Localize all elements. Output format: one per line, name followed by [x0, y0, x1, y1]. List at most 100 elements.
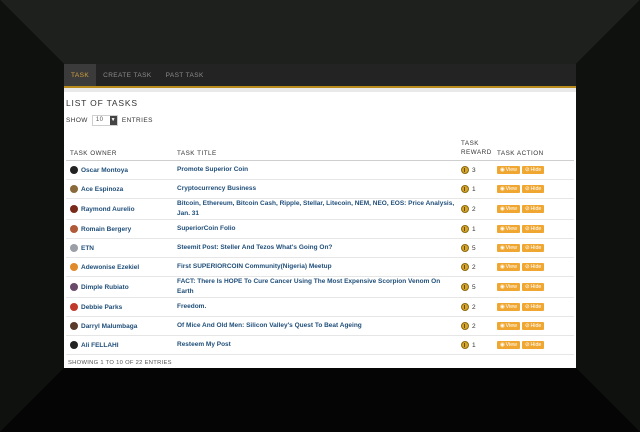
owner-name-link[interactable]: Raymond Aurelio — [81, 206, 135, 213]
eye-slash-icon: ⊘ — [525, 323, 530, 329]
owner-name-link[interactable]: Dimple Rubiato — [81, 284, 129, 291]
reward-value: 3 — [472, 166, 476, 174]
task-title-link[interactable]: Cryptocurrency Business — [177, 185, 256, 192]
view-label: View — [505, 245, 518, 251]
hide-label: Hide — [530, 167, 542, 173]
eye-icon: ◉ — [500, 323, 505, 329]
action-cell: ◉ View ⊘ Hide — [493, 160, 574, 180]
view-button[interactable]: ◉ View — [497, 283, 521, 291]
table-info: SHOWING 1 TO 10 OF 22 ENTRIES — [68, 360, 172, 366]
header-task-owner[interactable]: TASK OWNER — [66, 135, 173, 161]
caret-down-icon: ▼ — [109, 115, 117, 125]
owner-name-link[interactable]: Ace Espinoza — [81, 186, 123, 193]
view-button[interactable]: ◉ View — [497, 341, 521, 349]
hide-button[interactable]: ⊘ Hide — [522, 205, 545, 213]
reward-cell: 1 — [457, 219, 493, 239]
owner-name-link[interactable]: Oscar Montoya — [81, 167, 128, 174]
avatar — [70, 205, 78, 213]
title-cell: Cryptocurrency Business — [173, 179, 457, 199]
reward-value: 1 — [472, 185, 476, 193]
task-title-link[interactable]: FACT: There Is HOPE To Cure Cancer Using… — [177, 278, 440, 295]
hide-button[interactable]: ⊘ Hide — [522, 244, 545, 252]
task-title-link[interactable]: SuperiorCoin Folio — [177, 225, 236, 232]
hide-label: Hide — [530, 304, 542, 310]
owner-wrap: Oscar Montoya — [70, 166, 173, 174]
action-cell: ◉ View ⊘ Hide — [493, 316, 574, 336]
eye-slash-icon: ⊘ — [525, 342, 530, 348]
title-cell: Promote Superior Coin — [173, 160, 457, 180]
title-cell: Resteem My Post — [173, 335, 457, 355]
title-cell: Steemit Post: Steller And Tezos What's G… — [173, 238, 457, 258]
reward-cell: 5 — [457, 238, 493, 258]
hide-button[interactable]: ⊘ Hide — [522, 322, 545, 330]
hide-button[interactable]: ⊘ Hide — [522, 263, 545, 271]
reward-value: 2 — [472, 303, 476, 311]
view-button[interactable]: ◉ View — [497, 244, 521, 252]
table-row: Darryl Malumbaga Of Mice And Old Men: Si… — [66, 316, 574, 336]
entries-select[interactable]: 10 ▼ — [91, 114, 118, 126]
view-button[interactable]: ◉ View — [497, 322, 521, 330]
hide-button[interactable]: ⊘ Hide — [522, 303, 545, 311]
eye-icon: ◉ — [500, 167, 505, 173]
eye-slash-icon: ⊘ — [525, 264, 530, 270]
hide-button[interactable]: ⊘ Hide — [522, 225, 545, 233]
reward-wrap: 2 — [461, 303, 493, 311]
frame-bottom — [0, 368, 640, 432]
tab-create-task[interactable]: CREATE TASK — [96, 64, 158, 86]
task-title-link[interactable]: Freedom. — [177, 303, 206, 310]
view-button[interactable]: ◉ View — [497, 225, 521, 233]
reward-value: 2 — [472, 263, 476, 271]
header-task-action[interactable]: TASK ACTION — [493, 135, 574, 161]
hide-button[interactable]: ⊘ Hide — [522, 185, 545, 193]
reward-cell: 1 — [457, 335, 493, 355]
hide-button[interactable]: ⊘ Hide — [522, 283, 545, 291]
view-button[interactable]: ◉ View — [497, 205, 521, 213]
task-title-link[interactable]: Promote Superior Coin — [177, 166, 248, 173]
action-cell: ◉ View ⊘ Hide — [493, 276, 574, 298]
owner-name-link[interactable]: Romain Bergery — [81, 226, 131, 233]
task-title-link[interactable]: Steemit Post: Steller And Tezos What's G… — [177, 244, 332, 251]
tab-past-task[interactable]: PAST TASK — [159, 64, 211, 86]
view-button[interactable]: ◉ View — [497, 303, 521, 311]
owner-name-link[interactable]: Ali FELLAHI — [81, 342, 119, 349]
table-row: Adewonise Ezekiel First SUPERIORCOIN Com… — [66, 257, 574, 277]
owner-name-link[interactable]: Darryl Malumbaga — [81, 323, 137, 330]
eye-slash-icon: ⊘ — [525, 304, 530, 310]
task-title-link[interactable]: Of Mice And Old Men: Silicon Valley's Qu… — [177, 322, 362, 329]
view-button[interactable]: ◉ View — [497, 166, 521, 174]
reward-wrap: 3 — [461, 166, 493, 174]
owner-cell: Ace Espinoza — [66, 179, 173, 199]
coin-icon — [461, 225, 469, 233]
task-title-link[interactable]: First SUPERIORCOIN Community(Nigeria) Me… — [177, 263, 332, 270]
action-buttons: ◉ View ⊘ Hide — [497, 185, 574, 193]
view-label: View — [505, 342, 518, 348]
title-cell: Of Mice And Old Men: Silicon Valley's Qu… — [173, 316, 457, 336]
owner-name-link[interactable]: Debbie Parks — [81, 304, 122, 311]
avatar — [70, 185, 78, 193]
owner-name-link[interactable]: ETN — [81, 245, 94, 252]
avatar — [70, 166, 78, 174]
action-buttons: ◉ View ⊘ Hide — [497, 263, 574, 271]
header-task-reward[interactable]: TASK REWARD — [457, 135, 493, 161]
action-cell: ◉ View ⊘ Hide — [493, 335, 574, 355]
owner-name-link[interactable]: Adewonise Ezekiel — [81, 264, 139, 271]
task-title-link[interactable]: Resteem My Post — [177, 341, 231, 348]
tab-task[interactable]: TASK — [64, 64, 97, 86]
eye-slash-icon: ⊘ — [525, 226, 530, 232]
action-buttons: ◉ View ⊘ Hide — [497, 303, 574, 311]
action-cell: ◉ View ⊘ Hide — [493, 238, 574, 258]
action-cell: ◉ View ⊘ Hide — [493, 297, 574, 317]
owner-wrap: Dimple Rubiato — [70, 283, 173, 291]
title-cell: Freedom. — [173, 297, 457, 317]
hide-button[interactable]: ⊘ Hide — [522, 341, 545, 349]
owner-cell: Romain Bergery — [66, 219, 173, 239]
eye-slash-icon: ⊘ — [525, 206, 530, 212]
hide-button[interactable]: ⊘ Hide — [522, 166, 545, 174]
task-panel: LIST OF TASKS SHOW 10 ▼ ENTRIES TASK OWN… — [64, 96, 576, 366]
reward-cell: 2 — [457, 257, 493, 277]
task-title-link[interactable]: Bitcoin, Ethereum, Bitcoin Cash, Ripple,… — [177, 200, 454, 217]
view-button[interactable]: ◉ View — [497, 185, 521, 193]
view-button[interactable]: ◉ View — [497, 263, 521, 271]
coin-icon — [461, 166, 469, 174]
header-task-title[interactable]: TASK TITLE — [173, 135, 457, 161]
